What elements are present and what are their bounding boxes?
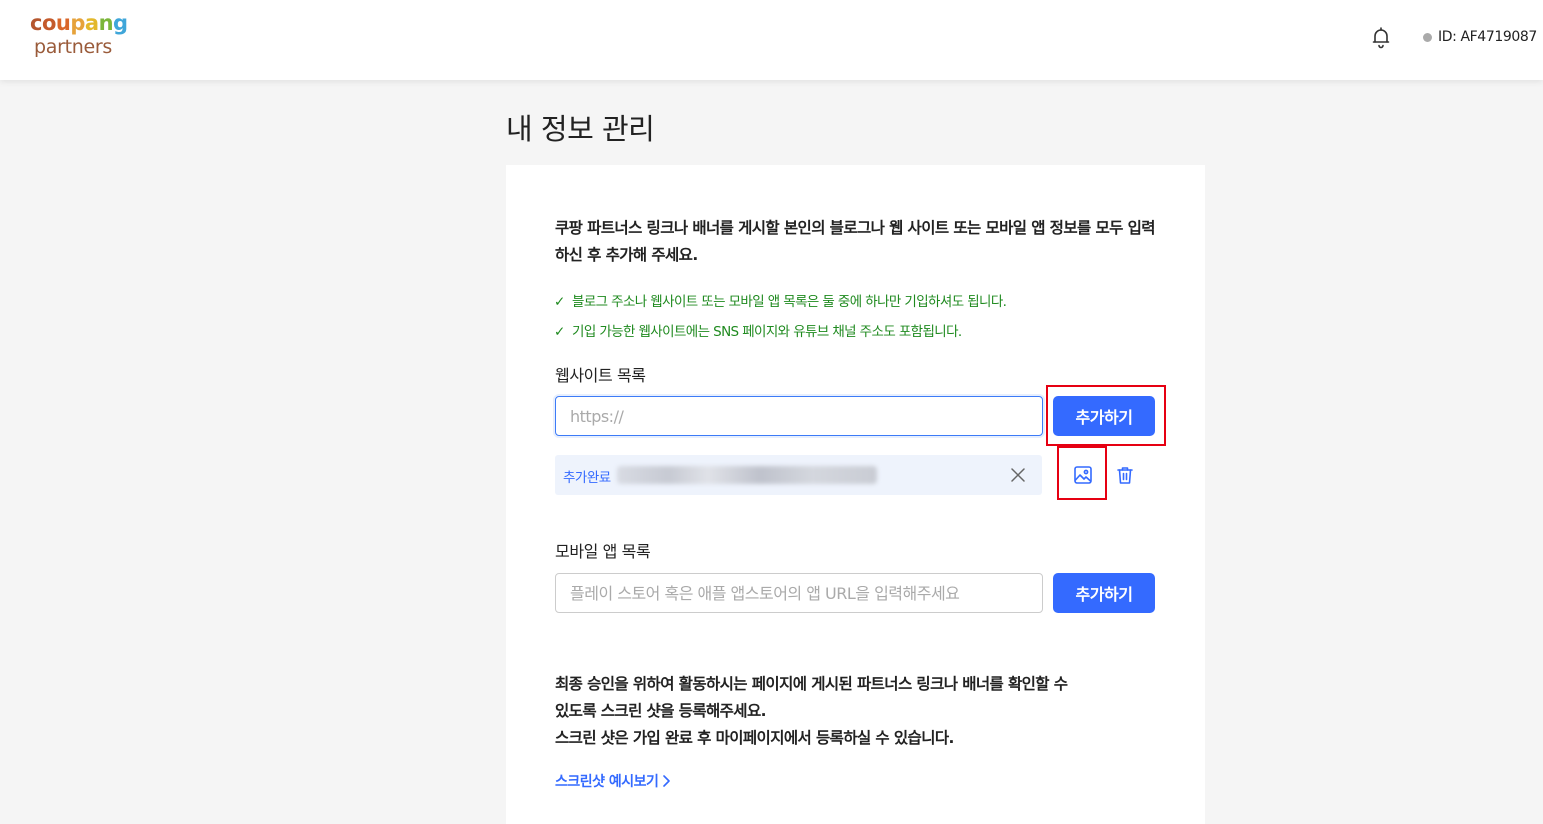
screenshot-preview-link[interactable]: 스크린샷 예시보기 — [555, 771, 671, 791]
mobile-app-url-input[interactable] — [555, 573, 1043, 613]
bell-icon[interactable] — [1369, 25, 1393, 49]
user-id-display[interactable]: ID: AF4719087 — [1423, 29, 1537, 45]
added-website-row: 추가완료 — [555, 455, 1042, 495]
website-section-label: 웹사이트 목록 — [555, 366, 646, 385]
note-text: 기입 가능한 웹사이트에는 SNS 페이지와 유튜브 채널 주소도 포함됩니다. — [572, 324, 962, 340]
trash-icon[interactable] — [1115, 465, 1135, 485]
logo-line2: partners — [34, 36, 113, 58]
check-icon: ✓ — [554, 294, 565, 310]
blurred-url — [617, 466, 877, 484]
instruction-line: 최종 승인을 위하여 활동하시는 페이지에 게시된 파트너스 링크나 배너를 확… — [555, 675, 1068, 693]
intro-text: 쿠팡 파트너스 링크나 배너를 게시할 본인의 블로그나 웹 사이트 또는 모바… — [555, 219, 1156, 264]
mobile-section-label: 모바일 앱 목록 — [555, 542, 651, 561]
instruction-line: 있도록 스크린 샷을 등록해주세요. — [555, 702, 767, 720]
website-url-input[interactable] — [555, 396, 1043, 436]
note-text: 블로그 주소나 웹사이트 또는 모바일 앱 목록은 둘 중에 하나만 기입하셔도… — [572, 294, 1007, 310]
screenshot-instructions: 최종 승인을 위하여 활동하시는 페이지에 게시된 파트너스 링크나 배너를 확… — [555, 671, 1175, 752]
mobile-add-button[interactable]: 추가하기 — [1053, 573, 1155, 613]
image-upload-icon[interactable] — [1073, 465, 1093, 485]
notes-list: ✓ 블로그 주소나 웹사이트 또는 모바일 앱 목록은 둘 중에 하나만 기입하셔… — [554, 287, 1174, 347]
logo-line1: coupang — [30, 11, 128, 35]
note-item: ✓ 기입 가능한 웹사이트에는 SNS 페이지와 유튜브 채널 주소도 포함됩니다… — [554, 317, 1174, 347]
coupang-partners-logo[interactable]: coupang partners — [30, 10, 130, 60]
chevron-right-icon — [663, 775, 671, 787]
preview-link-label: 스크린샷 예시보기 — [555, 774, 659, 790]
instruction-line: 스크린 샷은 가입 완료 후 마이페이지에서 등록하실 수 있습니다. — [555, 729, 954, 747]
status-dot — [1423, 32, 1432, 42]
added-status-label: 추가완료 — [563, 470, 611, 486]
check-icon: ✓ — [554, 324, 565, 340]
info-card: 쿠팡 파트너스 링크나 배너를 게시할 본인의 블로그나 웹 사이트 또는 모바… — [506, 165, 1205, 824]
user-id-text: ID: AF4719087 — [1438, 29, 1537, 45]
website-add-button[interactable]: 추가하기 — [1053, 396, 1155, 436]
close-icon[interactable] — [1010, 467, 1026, 483]
top-header: coupang partners ID: AF4719087 — [0, 0, 1543, 80]
page-title: 내 정보 관리 — [506, 112, 655, 146]
note-item: ✓ 블로그 주소나 웹사이트 또는 모바일 앱 목록은 둘 중에 하나만 기입하셔… — [554, 287, 1174, 317]
